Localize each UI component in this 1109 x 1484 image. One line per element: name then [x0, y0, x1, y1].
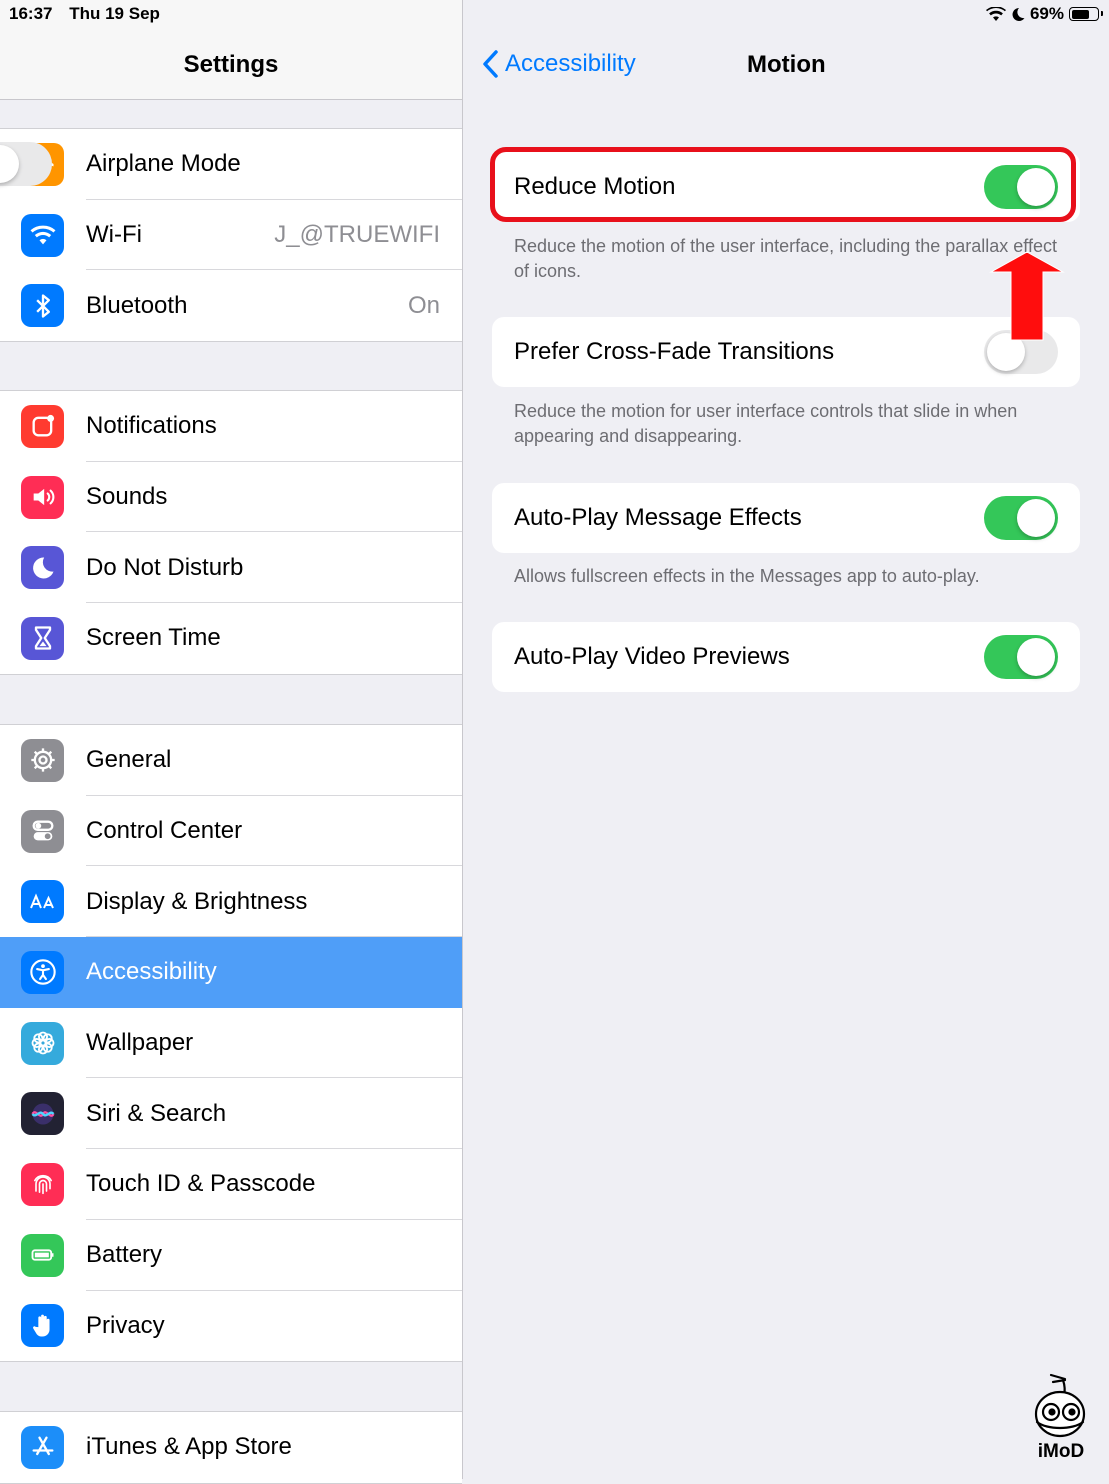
sidebar-item-label: Battery [86, 1241, 163, 1269]
sidebar-item-label: iTunes & App Store [86, 1433, 292, 1461]
sidebar-item-label: Notifications [86, 412, 217, 440]
sidebar-item-accessibility[interactable]: Accessibility [0, 937, 462, 1008]
cross-fade-footer: Reduce the motion for user interface con… [514, 401, 1018, 446]
wifi-network-value: J_@TRUEWIFI [274, 221, 440, 249]
video-previews-row: Auto-Play Video Previews [492, 622, 1080, 692]
watermark-logo: iMoD [1029, 1370, 1093, 1463]
sidebar-item-control-center[interactable]: Control Center [0, 796, 462, 867]
settings-group-connectivity: Airplane Mode Wi-Fi J_@TRUEWIFI Bluetoot… [0, 128, 462, 343]
notifications-icon [21, 404, 64, 448]
sidebar-item-wallpaper[interactable]: Wallpaper [0, 1008, 462, 1079]
watermark-text: iMoD [1037, 1441, 1085, 1462]
sidebar-item-display-brightness[interactable]: Display & Brightness [0, 866, 462, 938]
accessibility-icon [21, 950, 64, 994]
message-effects-label: Auto-Play Message Effects [514, 504, 802, 531]
video-previews-label: Auto-Play Video Previews [514, 643, 790, 670]
sidebar-item-label: Screen Time [86, 624, 221, 652]
cross-fade-label: Prefer Cross-Fade Transitions [514, 338, 835, 365]
battery-percent: 69% [1029, 4, 1064, 23]
sidebar-title: Settings [183, 51, 279, 78]
toggles-icon [21, 809, 64, 853]
sidebar-item-sounds[interactable]: Sounds [0, 462, 462, 533]
sidebar-item-label: Sounds [86, 483, 168, 511]
message-effects-footer: Allows fullscreen effects in the Message… [514, 566, 980, 586]
status-bar-left: 16:37 Thu 19 Sep [9, 4, 172, 24]
mascot-icon [1034, 1373, 1086, 1438]
sidebar-item-label: Accessibility [86, 958, 217, 986]
battery-icon [21, 1233, 64, 1277]
message-effects-row: Auto-Play Message Effects [492, 483, 1080, 553]
arrow-up-icon [989, 251, 1065, 341]
moon-status-icon [1012, 7, 1025, 21]
moon-icon [21, 546, 64, 590]
sidebar-item-label: Wi-Fi [86, 221, 142, 249]
motion-detail-pane: Accessibility Motion Reduce Motion Reduc… [463, 0, 1109, 1479]
sidebar-item-label: Do Not Disturb [86, 553, 244, 581]
sidebar-item-label: Control Center [86, 817, 243, 845]
wifi-status-icon [985, 6, 1006, 21]
status-bar-right: 69% [985, 4, 1103, 24]
sidebar-item-label: Display & Brightness [86, 887, 308, 915]
back-button[interactable]: Accessibility [481, 49, 636, 79]
sidebar-item-label: Siri & Search [86, 1099, 227, 1127]
wifi-icon [21, 213, 64, 257]
sidebar-item-airplane-mode[interactable]: Airplane Mode [0, 129, 462, 200]
sidebar-item-label: Touch ID & Passcode [86, 1170, 316, 1198]
sidebar-item-privacy[interactable]: Privacy [0, 1291, 462, 1362]
gear-icon [21, 738, 64, 782]
hourglass-icon [21, 616, 64, 660]
settings-sidebar: Settings Airplane Mode Wi-Fi J_@TRUEWIFI… [0, 0, 462, 1484]
status-date: Thu 19 Sep [69, 4, 160, 23]
sidebar-item-label: Airplane Mode [86, 150, 241, 178]
highlight-frame [490, 147, 1076, 222]
sidebar-item-itunes-app-store[interactable]: iTunes & App Store [0, 1412, 462, 1483]
fingerprint-icon [21, 1162, 64, 1206]
back-button-label: Accessibility [505, 50, 636, 77]
settings-group-store: iTunes & App Store [0, 1411, 462, 1484]
speaker-icon [21, 475, 64, 519]
siri-icon [21, 1092, 64, 1136]
settings-group-notifications: Notifications Sounds Do Not Disturb Scre… [0, 390, 462, 675]
sidebar-item-label: General [86, 746, 172, 774]
page-title: Motion [747, 51, 826, 78]
sidebar-item-wifi[interactable]: Wi-Fi J_@TRUEWIFI [0, 200, 462, 271]
sidebar-item-siri-search[interactable]: Siri & Search [0, 1078, 462, 1150]
chevron-left-icon [483, 50, 498, 78]
sidebar-item-screen-time[interactable]: Screen Time [0, 603, 462, 674]
battery-status-icon [1069, 7, 1103, 21]
hand-icon [21, 1304, 64, 1348]
bluetooth-status-value: On [407, 291, 440, 319]
sidebar-item-bluetooth[interactable]: Bluetooth On [0, 270, 462, 341]
app-store-icon [21, 1425, 64, 1469]
sidebar-item-battery[interactable]: Battery [0, 1220, 462, 1291]
text-size-icon [21, 880, 64, 924]
status-time: 16:37 [9, 4, 53, 23]
sidebar-item-label: Privacy [86, 1311, 165, 1339]
sidebar-item-do-not-disturb[interactable]: Do Not Disturb [0, 532, 462, 604]
sidebar-item-general[interactable]: General [0, 725, 462, 796]
video-previews-toggle[interactable] [984, 635, 1058, 679]
airplane-mode-toggle[interactable] [0, 142, 52, 187]
flower-icon [21, 1021, 64, 1065]
settings-group-general: General Control Center Display & Brightn… [0, 724, 462, 1363]
message-effects-toggle[interactable] [984, 496, 1058, 540]
sidebar-item-label: Bluetooth [86, 291, 188, 319]
sidebar-item-touch-id[interactable]: Touch ID & Passcode [0, 1149, 462, 1220]
bluetooth-icon [21, 284, 64, 328]
sidebar-item-label: Wallpaper [86, 1029, 194, 1057]
sidebar-item-notifications[interactable]: Notifications [0, 391, 462, 462]
